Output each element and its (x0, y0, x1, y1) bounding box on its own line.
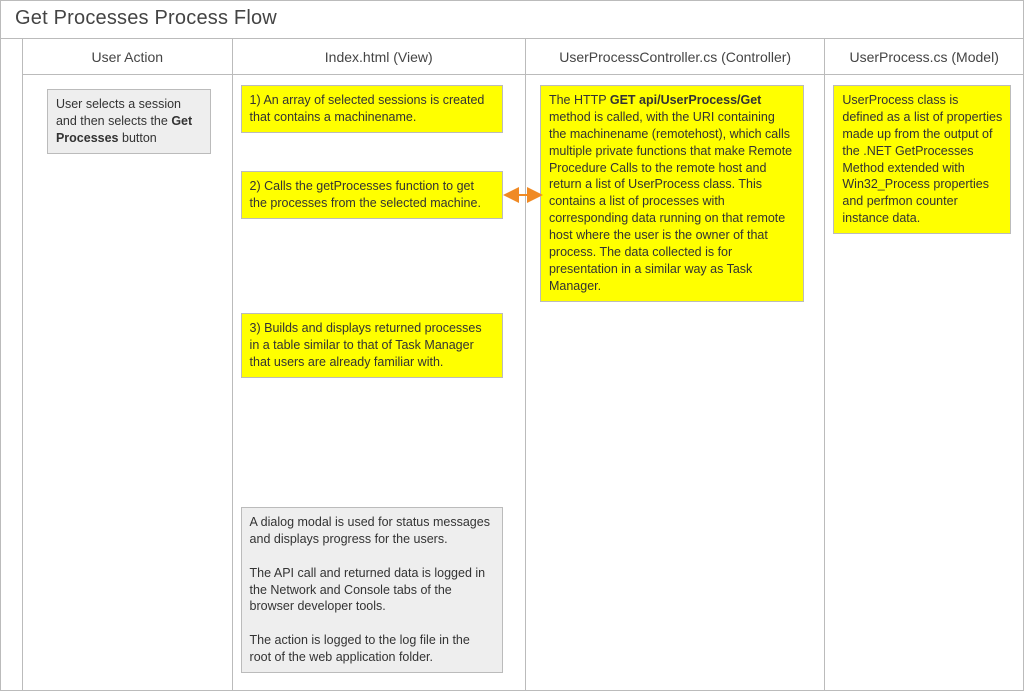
note-view-step2: 2) Calls the getProcesses function to ge… (241, 171, 503, 219)
lane-header-view: Index.html (View) (233, 39, 525, 75)
lane-model: UserProcess.cs (Model) UserProcess class… (825, 39, 1023, 690)
lane-user-action: User Action User selects a session and t… (23, 39, 233, 690)
note-user-action-post: button (119, 131, 157, 145)
note-controller-pre: The HTTP (549, 93, 610, 107)
lane-view: Index.html (View) 1) An array of selecte… (233, 39, 526, 690)
note-view-step3: 3) Builds and displays returned processe… (241, 313, 503, 378)
lane-body-view: 1) An array of selected sessions is crea… (233, 75, 525, 690)
note-view-footer-p2: The API call and returned data is logged… (250, 566, 486, 614)
note-view-footer: A dialog modal is used for status messag… (241, 507, 503, 673)
note-model: UserProcess class is defined as a list o… (833, 85, 1011, 234)
lane-body-controller: The HTTP GET api/UserProcess/Get method … (526, 75, 824, 690)
note-view-footer-p1: A dialog modal is used for status messag… (250, 515, 490, 546)
lane-header-user-action: User Action (23, 39, 232, 75)
lane-header-model: UserProcess.cs (Model) (825, 39, 1023, 75)
note-user-action-pre: User selects a session and then selects … (56, 97, 181, 128)
note-view-footer-p3: The action is logged to the log file in … (250, 633, 470, 664)
spacer-column (1, 39, 23, 690)
note-controller: The HTTP GET api/UserProcess/Get method … (540, 85, 804, 302)
note-user-action: User selects a session and then selects … (47, 89, 211, 154)
lane-controller: UserProcessController.cs (Controller) Th… (526, 39, 825, 690)
arrow-view-to-controller (503, 187, 543, 203)
note-controller-post: method is called, with the URI containin… (549, 110, 792, 293)
process-flow-diagram: Get Processes Process Flow User Action U… (0, 0, 1024, 691)
lane-body-user-action: User selects a session and then selects … (23, 75, 232, 690)
note-controller-bold: GET api/UserProcess/Get (610, 93, 761, 107)
swimlanes: User Action User selects a session and t… (1, 39, 1023, 690)
note-view-step1: 1) An array of selected sessions is crea… (241, 85, 503, 133)
lane-header-controller: UserProcessController.cs (Controller) (526, 39, 824, 75)
diagram-title: Get Processes Process Flow (1, 1, 1023, 39)
lane-body-model: UserProcess class is defined as a list o… (825, 75, 1023, 690)
